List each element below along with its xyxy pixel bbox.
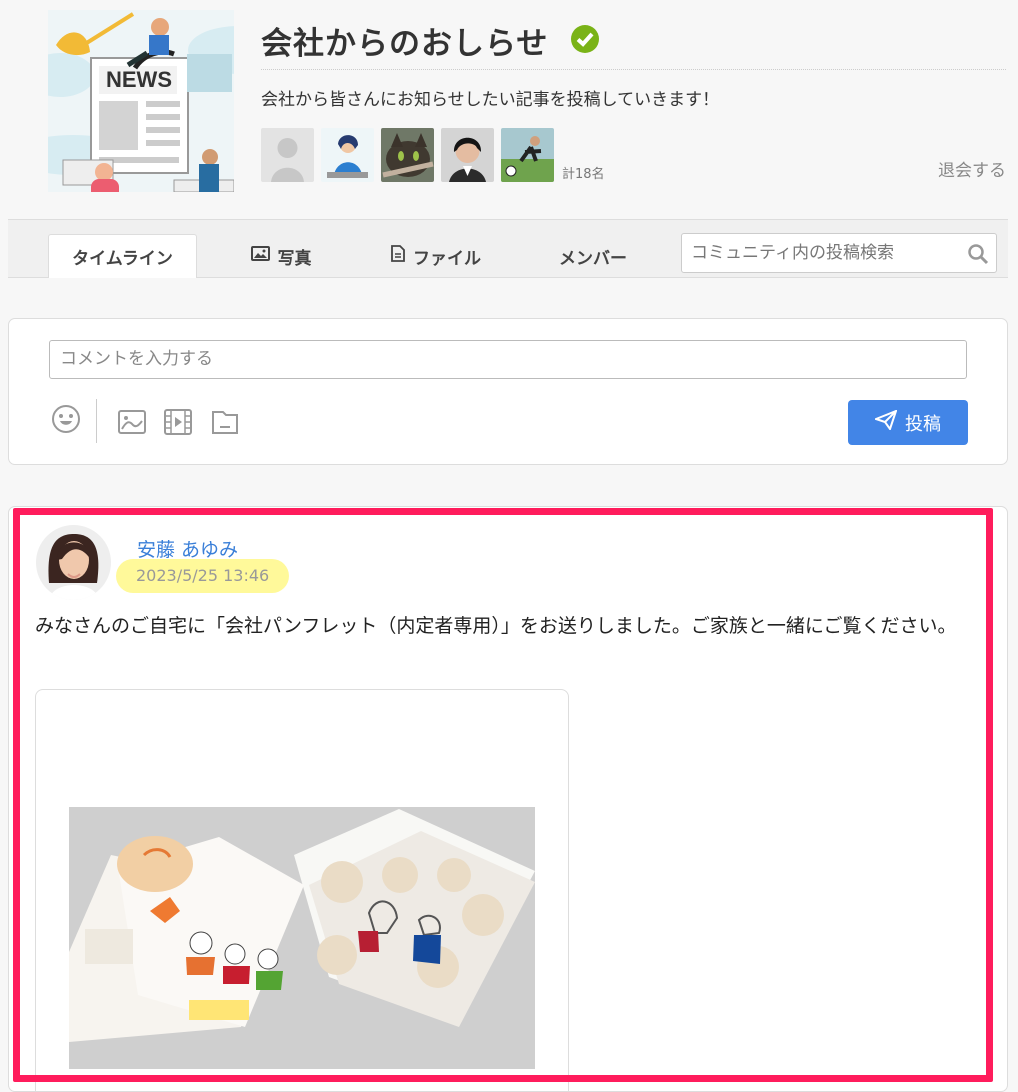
post-composer: コメントを入力する 投稿 [8, 318, 1008, 465]
tab-members-label: メンバー [559, 248, 627, 269]
emoji-icon[interactable] [51, 404, 81, 434]
tab-files-label: ファイル [413, 248, 481, 269]
community-title: 会社からのおしらせ [261, 26, 549, 62]
file-icon [391, 245, 405, 267]
file-upload-icon[interactable] [210, 407, 240, 437]
tab-photos-label: 写真 [277, 248, 312, 269]
member-avatar-illustration[interactable] [321, 128, 374, 182]
post-button-label: 投稿 [905, 413, 941, 435]
community-header: NEWS 会社からのおしらせ 会社から皆さんにお知らせしたい記事を投稿していきま… [0, 0, 1018, 210]
community-cover-image: NEWS [48, 10, 234, 192]
image-icon [250, 246, 270, 266]
community-tabs: タイムライン 写真 ファイル メンバー コミュニティ内の投稿検索 [8, 220, 1008, 278]
photo-upload-icon[interactable] [117, 407, 147, 437]
tab-timeline[interactable]: タイムライン [48, 234, 197, 278]
send-icon [873, 409, 898, 435]
composer-tool-divider [96, 399, 97, 443]
tab-photos[interactable]: 写真 [246, 234, 316, 278]
post-highlight-frame [13, 508, 993, 1082]
member-avatar-soccer[interactable] [501, 128, 554, 182]
search-icon[interactable] [967, 243, 989, 265]
verified-check-icon [571, 25, 599, 53]
post-button[interactable]: 投稿 [848, 400, 968, 445]
leave-community-link[interactable]: 退会する [938, 156, 1006, 181]
community-description: 会社から皆さんにお知らせしたい記事を投稿していきます！ [261, 90, 720, 110]
member-count: 計18名 [562, 167, 605, 182]
tab-members[interactable]: メンバー [553, 234, 633, 278]
title-divider [261, 69, 1006, 70]
tab-files[interactable]: ファイル [386, 234, 486, 278]
member-avatar-list [261, 128, 554, 182]
cover-news-text: NEWS [106, 67, 172, 92]
member-avatar-woman[interactable] [441, 128, 494, 182]
member-avatar-default[interactable] [261, 128, 314, 182]
video-upload-icon[interactable] [163, 407, 193, 437]
comment-input[interactable]: コメントを入力する [49, 340, 967, 379]
member-avatar-cat[interactable] [381, 128, 434, 182]
community-search-input[interactable]: コミュニティ内の投稿検索 [681, 233, 997, 273]
tab-timeline-label: タイムライン [72, 249, 173, 269]
